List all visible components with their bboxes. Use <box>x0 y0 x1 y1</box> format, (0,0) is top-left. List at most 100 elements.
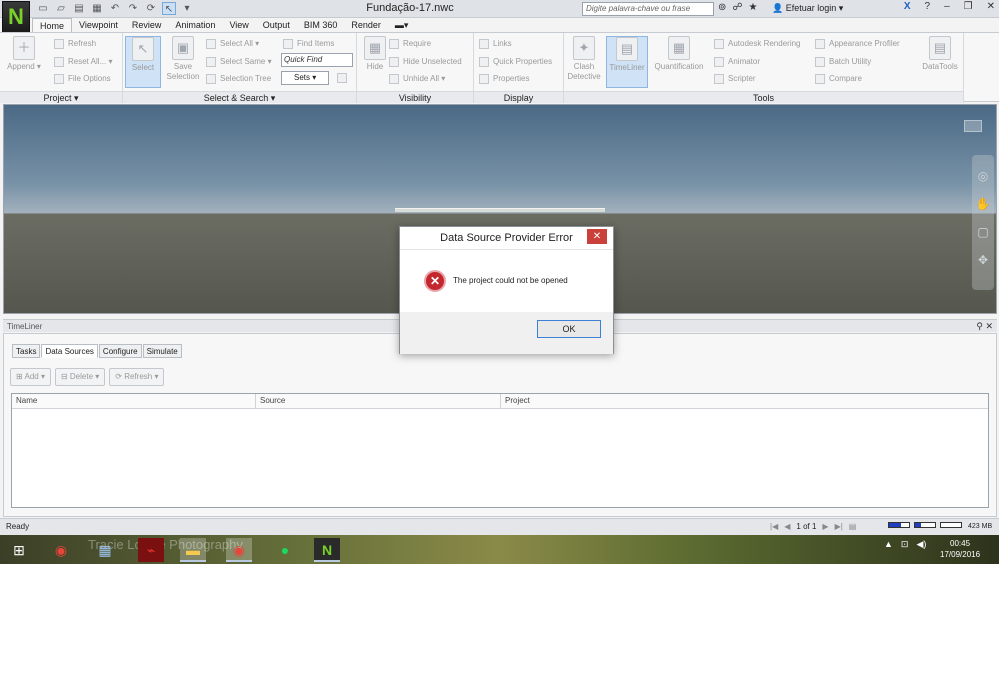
redo-icon[interactable]: ↷ <box>126 2 140 15</box>
help-search-input[interactable]: Digite palavra-chave ou frase <box>582 2 714 16</box>
last-page-icon[interactable]: ▶| <box>835 519 843 535</box>
select-label: Select <box>131 63 155 72</box>
binoculars-icon[interactable]: ⊚ <box>718 2 726 13</box>
tab-bim360[interactable]: BIM 360 <box>297 18 345 32</box>
steering-wheel-icon[interactable]: ◎ <box>978 169 988 183</box>
column-header-project[interactable]: Project <box>501 394 988 408</box>
print-icon[interactable]: ▦ <box>90 2 104 15</box>
hide-unselected-button[interactable]: Hide Unselected <box>389 55 462 69</box>
select-same-button[interactable]: Select Same ▾ <box>206 55 272 69</box>
restore-icon[interactable]: ❐ <box>964 1 973 12</box>
dialog-close-icon[interactable]: ✕ <box>587 229 607 244</box>
sheet-browser-icon[interactable]: ▤ <box>849 519 857 535</box>
refresh-icon[interactable]: ⟳ <box>144 2 158 15</box>
close-panel-icon[interactable]: ✕ <box>985 321 993 331</box>
quantification-button[interactable]: ▦ Quantification <box>652 36 706 72</box>
require-button[interactable]: Require <box>389 37 431 51</box>
help-icon[interactable]: ? <box>925 1 931 12</box>
column-header-source[interactable]: Source <box>256 394 501 408</box>
quick-find-input[interactable]: Quick Find <box>281 53 353 67</box>
links-button[interactable]: Links <box>479 37 512 51</box>
pan-hand-icon[interactable]: ✋ <box>976 197 991 211</box>
tab-data-sources[interactable]: Data Sources <box>41 344 98 358</box>
user-icon: 👤 <box>772 3 786 13</box>
tab-review[interactable]: Review <box>125 18 169 32</box>
tab-render[interactable]: Render <box>344 18 388 32</box>
application-menu-button[interactable]: N <box>2 1 30 33</box>
animator-button[interactable]: Animator <box>714 55 760 69</box>
next-page-icon[interactable]: ▶ <box>822 519 828 535</box>
hide-button[interactable]: ▦ Hide <box>357 36 393 72</box>
timeliner-button[interactable]: ▤ TimeLiner <box>606 36 648 88</box>
column-header-name[interactable]: Name <box>12 394 256 408</box>
ribbon-options-icon[interactable]: ▬▾ <box>388 18 416 32</box>
communication-center-icon[interactable]: ☍ <box>732 2 742 13</box>
tab-simulate[interactable]: Simulate <box>142 344 182 358</box>
delete-button[interactable]: ⊟ Delete ▾ <box>54 368 106 386</box>
datatools-button[interactable]: ▤ DataTools <box>918 36 962 72</box>
windows-start-icon[interactable]: ⊞ <box>6 538 32 562</box>
minimize-icon[interactable]: – <box>944 1 950 12</box>
zoom-window-icon[interactable]: ▢ <box>977 225 988 239</box>
reset-all-button[interactable]: Reset All... ▾ <box>54 55 113 69</box>
new-file-icon[interactable]: ▭ <box>36 2 50 15</box>
save-selection-button[interactable]: ▣ Save Selection <box>165 36 201 82</box>
calculator-icon[interactable]: ▦ <box>92 538 118 562</box>
exchange-icon[interactable]: X <box>904 1 911 12</box>
tab-viewpoint[interactable]: Viewpoint <box>72 18 125 32</box>
select-button[interactable]: ↖ Select <box>125 36 161 88</box>
chrome-window-icon[interactable]: ◉ <box>226 538 252 562</box>
panel-label-project[interactable]: Project ▾ <box>0 91 122 103</box>
viewcube-icon[interactable] <box>964 120 982 132</box>
volume-icon[interactable]: ◀) <box>916 539 926 550</box>
network-icon[interactable]: ⊡ <box>901 539 909 550</box>
scripter-button[interactable]: Scripter <box>714 72 756 86</box>
orbit-icon[interactable]: ✥ <box>978 253 988 267</box>
tray-expand-icon[interactable]: ▲ <box>884 539 893 550</box>
compare-button[interactable]: Compare <box>815 72 862 86</box>
tab-view[interactable]: View <box>222 18 255 32</box>
add-button[interactable]: ⊞ Add ▾ <box>10 368 51 386</box>
prev-page-icon[interactable]: ◀ <box>784 519 790 535</box>
quick-properties-button[interactable]: Quick Properties <box>479 55 552 69</box>
save-icon[interactable]: ▤ <box>72 2 86 15</box>
sets-manage-icon[interactable] <box>337 71 351 85</box>
close-window-icon[interactable]: ✕ <box>987 1 995 12</box>
append-button[interactable]: ＋ Append ▾ <box>6 36 42 72</box>
file-explorer-icon[interactable]: ▬ <box>180 538 206 562</box>
find-items-button[interactable]: Find Items <box>283 37 334 51</box>
undo-icon[interactable]: ↶ <box>108 2 122 15</box>
tab-output[interactable]: Output <box>256 18 297 32</box>
chrome-icon[interactable]: ◉ <box>48 538 74 562</box>
appearance-profiler-button[interactable]: Appearance Profiler <box>815 37 900 51</box>
unhide-all-button[interactable]: Unhide All ▾ <box>389 72 445 86</box>
ok-button[interactable]: OK <box>537 320 601 338</box>
batch-utility-button[interactable]: Batch Utility <box>815 55 871 69</box>
tab-animation[interactable]: Animation <box>168 18 222 32</box>
spotify-icon[interactable]: ● <box>272 538 298 562</box>
clash-detective-button[interactable]: ✦ Clash Detective <box>566 36 602 82</box>
refresh-button[interactable]: Refresh <box>54 37 96 51</box>
panel-label-select-search[interactable]: Select & Search ▾ <box>123 91 356 103</box>
refresh-sources-button[interactable]: ⟳ Refresh ▾ <box>109 368 165 386</box>
autodesk-rendering-button[interactable]: Autodesk Rendering <box>714 37 801 51</box>
qat-dropdown-icon[interactable]: ▾ <box>180 2 194 15</box>
login-link[interactable]: 👤 Efetuar login ▾ <box>772 3 843 14</box>
first-page-icon[interactable]: |◀ <box>770 519 778 535</box>
navisworks-taskbar-icon[interactable]: N <box>314 538 340 562</box>
tab-tasks[interactable]: Tasks <box>12 344 41 358</box>
data-sources-table[interactable]: Name Source Project <box>11 393 989 508</box>
selection-tree-button[interactable]: Selection Tree <box>206 72 271 86</box>
tab-configure[interactable]: Configure <box>98 344 142 358</box>
pin-icon[interactable]: ⚲ <box>976 321 983 331</box>
open-file-icon[interactable]: ▱ <box>54 2 68 15</box>
sets-dropdown[interactable]: Sets ▾ <box>281 71 329 85</box>
tab-home[interactable]: Home <box>32 18 73 32</box>
acrobat-icon[interactable]: ⌁ <box>138 538 164 562</box>
taskbar-clock[interactable]: 00:45 17/09/2016 <box>940 538 980 560</box>
select-all-button[interactable]: Select All ▾ <box>206 37 259 51</box>
file-options-button[interactable]: File Options <box>54 72 111 86</box>
favorites-star-icon[interactable]: ★ <box>749 2 758 13</box>
properties-button[interactable]: Properties <box>479 72 529 86</box>
select-cursor-icon[interactable]: ↖ <box>162 2 176 15</box>
